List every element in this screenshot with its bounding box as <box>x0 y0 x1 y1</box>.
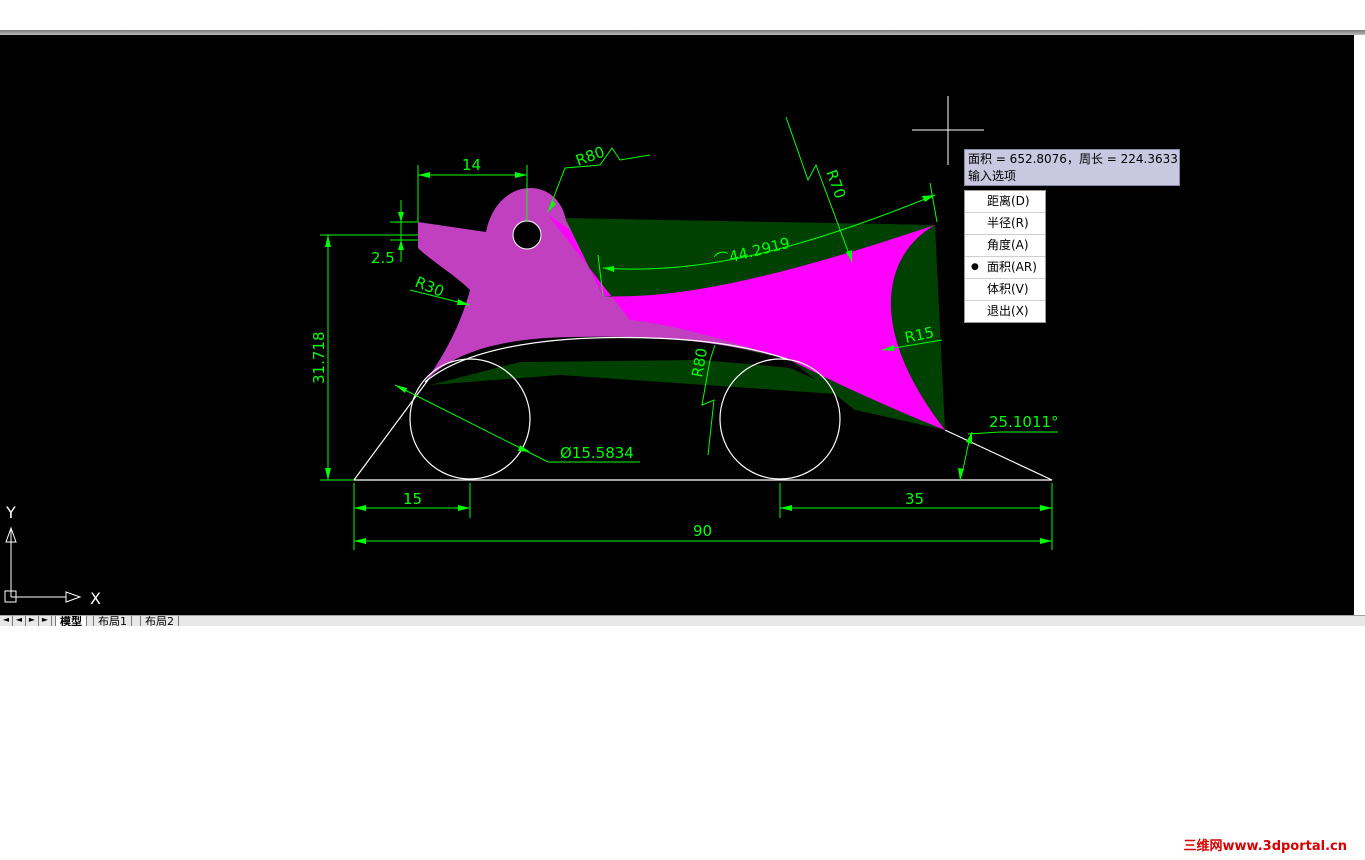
menu-item-label: 体积(V) <box>987 282 1029 296</box>
dim-r30: R30 <box>413 273 447 301</box>
menu-item-volume[interactable]: 体积(V) <box>965 279 1045 301</box>
measure-tooltip: 面积 = 652.8076，周长 = 224.3633 输入选项 <box>964 149 1180 186</box>
tab-model[interactable]: 模型 <box>55 616 87 626</box>
dim-r70: R70 <box>822 167 849 201</box>
menu-item-radius[interactable]: 半径(R) <box>965 213 1045 235</box>
drawing-canvas[interactable]: 14 2.5 R80 R70 ⌒44.2919 R30 31.718 R80 R… <box>0 35 1354 615</box>
window-right-edge <box>1354 35 1365 615</box>
site-watermark: 三维网www.3dportal.cn <box>1183 839 1347 854</box>
window-top-area <box>0 0 1365 30</box>
menu-item-label: 半径(R) <box>987 216 1029 230</box>
menu-item-area[interactable]: ● 面积(AR) <box>965 257 1045 279</box>
selected-bullet-icon: ● <box>971 262 979 272</box>
prev-tab-icon[interactable]: ◄ <box>13 616 26 626</box>
dim-15: 15 <box>403 490 422 508</box>
cad-drawing[interactable]: 14 2.5 R80 R70 ⌒44.2919 R30 31.718 R80 R… <box>0 35 1354 615</box>
ucs-x-label: X <box>90 589 101 608</box>
dim-31-718: 31.718 <box>310 332 328 385</box>
first-tab-icon[interactable]: ◄ <box>0 616 13 626</box>
menu-item-label: 退出(X) <box>987 304 1029 318</box>
menu-item-label: 面积(AR) <box>987 260 1037 274</box>
next-tab-icon[interactable]: ► <box>26 616 39 626</box>
dim-35: 35 <box>905 490 924 508</box>
eye-hole <box>512 220 542 250</box>
dim-diameter: Ø15.5834 <box>560 444 634 462</box>
dim-r80-top: R80 <box>573 143 607 170</box>
measure-result-text: 面积 = 652.8076，周长 = 224.3633 <box>968 152 1178 166</box>
dim-2-5: 2.5 <box>371 249 395 267</box>
ucs-y-label: Y <box>5 503 16 522</box>
menu-item-exit[interactable]: 退出(X) <box>965 301 1045 322</box>
menu-item-angle[interactable]: 角度(A) <box>965 235 1045 257</box>
menu-item-label: 距离(D) <box>987 194 1030 208</box>
input-option-prompt: 输入选项 <box>968 169 1017 183</box>
dim-angle: 25.1011° <box>989 413 1059 431</box>
tab-layout2[interactable]: 布局2 <box>140 616 179 626</box>
dim-90: 90 <box>693 522 712 540</box>
menu-item-label: 角度(A) <box>987 238 1029 252</box>
layout-tabs-bar: ◄ ◄ ► ► 模型 布局1 布局2 <box>0 615 1365 626</box>
last-tab-icon[interactable]: ► <box>39 616 52 626</box>
tab-layout1[interactable]: 布局1 <box>93 616 132 626</box>
ucs-icon <box>4 526 82 603</box>
measure-options-menu: 距离(D) 半径(R) 角度(A) ● 面积(AR) 体积(V) 退出(X) <box>964 190 1046 323</box>
dim-14: 14 <box>462 156 481 174</box>
fill-dark-green-bottom <box>430 360 850 395</box>
menu-item-distance[interactable]: 距离(D) <box>965 191 1045 213</box>
